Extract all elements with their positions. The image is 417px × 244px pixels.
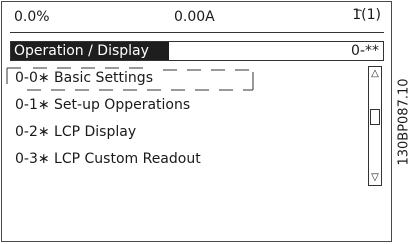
menu-item-setup-operations[interactable]: 0-1∗ Set-up Opperations	[15, 96, 190, 114]
arch-icon: ⌢	[355, 3, 363, 16]
figure-code-text: 130BP087.10	[396, 78, 412, 166]
lcp-display: 0.0% 0.00A ⌢ 1(1) Operation / Display 0-…	[1, 1, 392, 242]
menu-title-bar: Operation / Display 0-**	[10, 41, 384, 61]
triangle-up-icon[interactable]: △	[369, 67, 381, 81]
menu-item-lcp-display[interactable]: 0-2∗ LCP Display	[15, 123, 136, 141]
scrollbar-thumb[interactable]	[370, 109, 380, 125]
status-current: 0.00A	[174, 9, 215, 25]
scrollbar[interactable]: △ ▽	[368, 66, 382, 186]
menu-item-basic-settings[interactable]: 0-0∗ Basic Settings	[15, 69, 153, 87]
menu-title-code: 0-**	[351, 43, 379, 59]
status-percent: 0.0%	[14, 9, 50, 25]
status-setup: ⌢ 1(1)	[352, 3, 381, 24]
menu-title: Operation / Display	[11, 42, 169, 60]
menu-item-lcp-custom-readout[interactable]: 0-3∗ LCP Custom Readout	[15, 150, 201, 168]
triangle-down-icon[interactable]: ▽	[369, 171, 381, 185]
header-divider	[10, 32, 384, 33]
figure-code: 130BP087.10	[393, 6, 415, 238]
